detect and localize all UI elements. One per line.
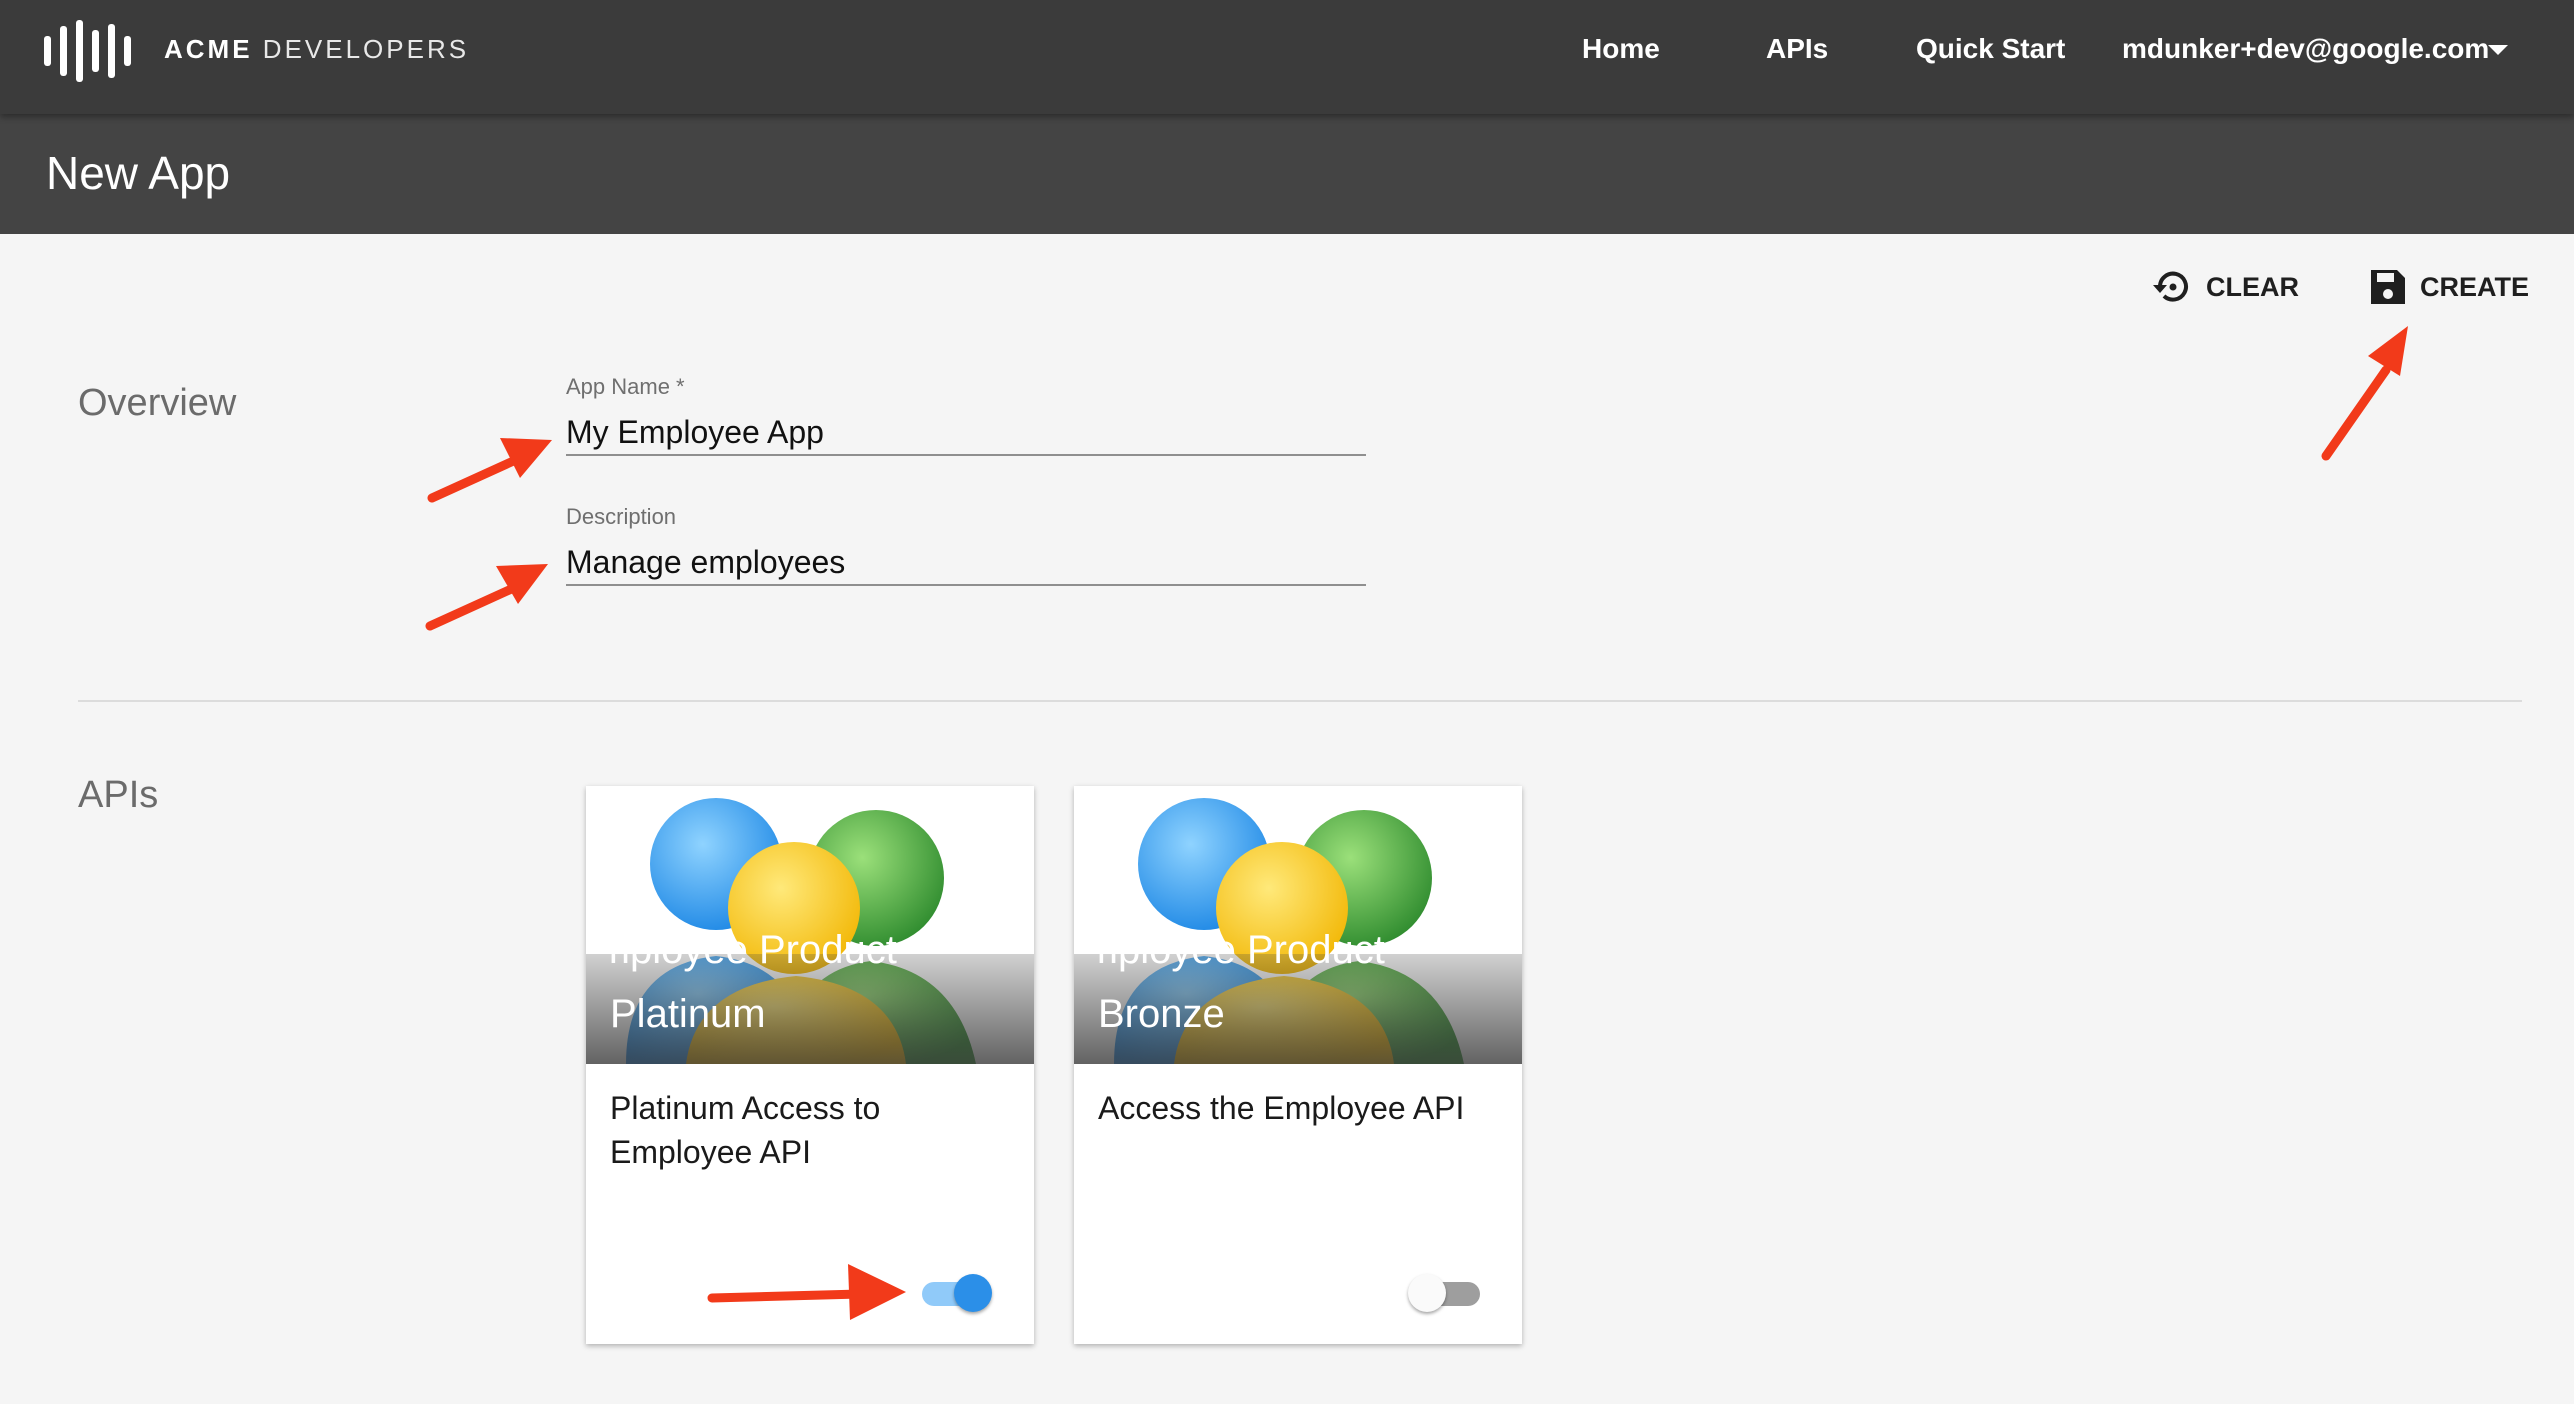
- clear-button[interactable]: CLEAR: [2150, 262, 2299, 312]
- card-title: Employee Product - Bronze: [1098, 918, 1522, 1046]
- card-media: Employee Product - Platinum: [586, 786, 1034, 1064]
- brand-name-bold: ACME: [164, 34, 253, 64]
- nav-apis-link[interactable]: APIs: [1766, 33, 1828, 65]
- card-title-line2: Bronze: [1098, 992, 1225, 1036]
- acme-logo-icon[interactable]: [44, 20, 134, 82]
- page-title: New App: [46, 147, 231, 199]
- card-title-line1: Employee Product -: [610, 928, 922, 972]
- api-product-card-platinum: Employee Product - Platinum Platinum Acc…: [586, 786, 1034, 1344]
- description-label: Description: [566, 504, 677, 529]
- enable-api-toggle[interactable]: [1408, 1272, 1486, 1314]
- nav-home-link[interactable]: Home: [1582, 33, 1660, 65]
- card-description: Access the Employee API: [1098, 1090, 1465, 1126]
- card-description: Platinum Access to Employee API: [610, 1090, 881, 1170]
- create-button[interactable]: CREATE: [2368, 262, 2529, 312]
- create-button-label: CREATE: [2420, 271, 2530, 302]
- description-input[interactable]: [566, 540, 1366, 586]
- card-media: Employee Product - Bronze: [1074, 786, 1522, 1064]
- clear-button-label: CLEAR: [2206, 271, 2299, 302]
- page-header: New App: [0, 114, 2574, 234]
- save-icon: [2371, 270, 2405, 304]
- annotation-arrow-app-name: [427, 438, 552, 503]
- card-title: Employee Product - Platinum: [610, 918, 1034, 1046]
- toggle-knob: [954, 1274, 992, 1312]
- apis-section-label: APIs: [78, 774, 159, 816]
- top-nav-bar: ACME DEVELOPERS Home APIs Quick Start md…: [0, 0, 2574, 114]
- brand-name[interactable]: ACME DEVELOPERS: [164, 34, 469, 65]
- annotation-arrow-create: [2321, 326, 2408, 461]
- user-account-menu[interactable]: mdunker+dev@google.com: [2122, 33, 2489, 65]
- toggle-knob: [1408, 1274, 1446, 1312]
- app-name-input[interactable]: [566, 410, 1366, 456]
- app-name-label: App Name *: [566, 374, 685, 399]
- enable-api-toggle[interactable]: [916, 1272, 994, 1314]
- overview-section-label: Overview: [78, 382, 237, 424]
- card-title-line1: Employee Product -: [1098, 928, 1410, 972]
- restore-icon: [2153, 271, 2188, 302]
- api-product-card-bronze: Employee Product - Bronze Access the Emp…: [1074, 786, 1522, 1344]
- nav-quick-start-link[interactable]: Quick Start: [1916, 33, 2065, 65]
- card-title-line2: Platinum: [610, 992, 766, 1036]
- brand-name-light: DEVELOPERS: [262, 34, 470, 64]
- chevron-down-icon[interactable]: [2488, 45, 2508, 55]
- section-divider: [78, 700, 2522, 702]
- annotation-arrow-description: [425, 564, 548, 631]
